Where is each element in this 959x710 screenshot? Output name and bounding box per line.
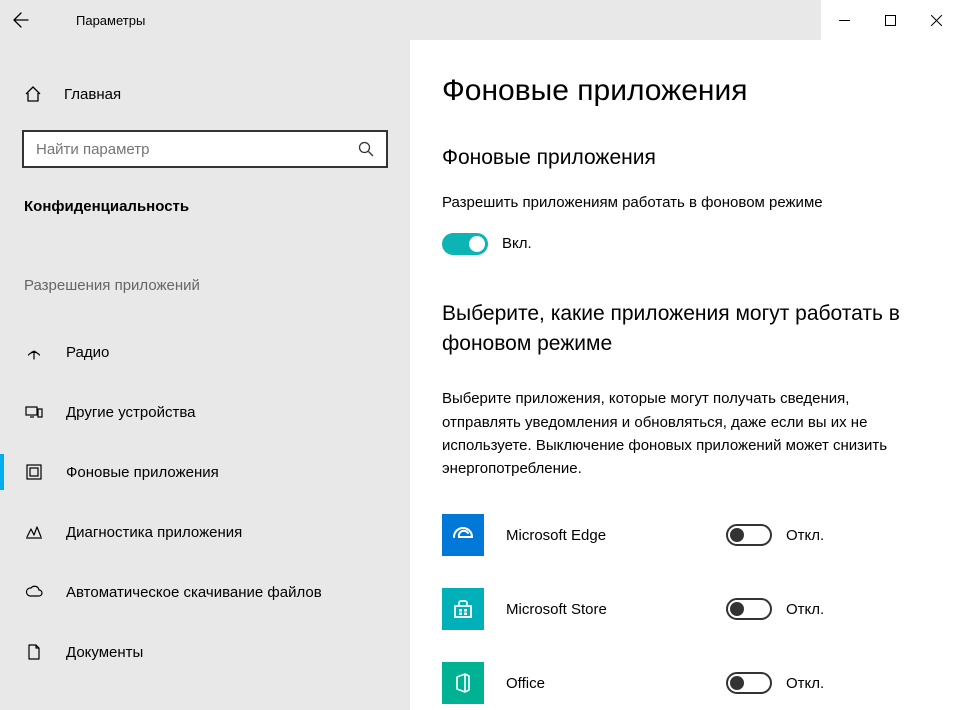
arrow-left-icon [13,12,29,28]
app-name: Microsoft Edge [506,527,726,544]
background-apps-icon [24,463,44,481]
sidebar-item-radio[interactable]: Радио [0,322,410,382]
close-icon [931,15,942,26]
minimize-icon [839,15,850,26]
app-toggle-store[interactable] [726,598,772,620]
app-row-edge: Microsoft Edge Откл. [442,498,929,572]
page-title: Фоновые приложения [442,74,929,108]
master-toggle-state: Вкл. [502,235,532,252]
sidebar-item-other-devices[interactable]: Другие устройства [0,382,410,442]
maximize-button[interactable] [867,0,913,40]
section-choose-apps-heading: Выберите, какие приложения могут работат… [442,299,929,360]
sidebar-item-documents[interactable]: Документы [0,622,410,682]
sidebar-item-label: Диагностика приложения [66,524,242,541]
close-button[interactable] [913,0,959,40]
section-background-apps-heading: Фоновые приложения [442,146,929,170]
app-row-office: Office Откл. [442,646,929,710]
sidebar-item-label: Другие устройства [66,404,195,421]
app-toggle-state: Откл. [786,527,824,544]
search-icon [358,141,374,157]
diagnostics-icon [24,523,44,541]
store-icon [442,588,484,630]
window-title: Параметры [76,13,145,28]
document-icon [24,643,44,661]
minimize-button[interactable] [821,0,867,40]
sidebar: Главная Конфиденциальность Разрешения пр… [0,40,410,710]
back-button[interactable] [0,0,42,40]
sidebar-item-auto-download[interactable]: Автоматическое скачивание файлов [0,562,410,622]
app-toggle-office[interactable] [726,672,772,694]
sidebar-item-label: Документы [66,644,143,661]
office-icon [442,662,484,704]
app-row-store: Microsoft Store Откл. [442,572,929,646]
titlebar: Параметры [0,0,959,40]
search-input[interactable] [22,130,388,168]
sidebar-item-background-apps[interactable]: Фоновые приложения [0,442,410,502]
sidebar-subheading: Разрешения приложений [24,277,410,294]
home-label: Главная [64,86,121,103]
radio-icon [24,343,44,361]
sidebar-category: Конфиденциальность [24,198,410,215]
app-name: Microsoft Store [506,601,726,618]
app-toggle-state: Откл. [786,601,824,618]
devices-icon [24,403,44,421]
choose-apps-description: Выберите приложения, которые могут получ… [442,387,912,480]
home-button[interactable]: Главная [0,72,410,116]
master-toggle[interactable] [442,233,488,255]
sidebar-item-label: Радио [66,344,109,361]
app-toggle-state: Откл. [786,675,824,692]
sidebar-item-app-diagnostics[interactable]: Диагностика приложения [0,502,410,562]
sidebar-item-label: Фоновые приложения [66,464,219,481]
search-field[interactable] [36,141,358,158]
app-name: Office [506,675,726,692]
maximize-icon [885,15,896,26]
home-icon [24,85,42,103]
cloud-download-icon [24,583,44,601]
app-toggle-edge[interactable] [726,524,772,546]
sidebar-item-label: Автоматическое скачивание файлов [66,584,322,601]
edge-icon [442,514,484,556]
content-panel: Фоновые приложения Фоновые приложения Ра… [410,40,959,710]
allow-background-text: Разрешить приложениям работать в фоновом… [442,192,929,215]
